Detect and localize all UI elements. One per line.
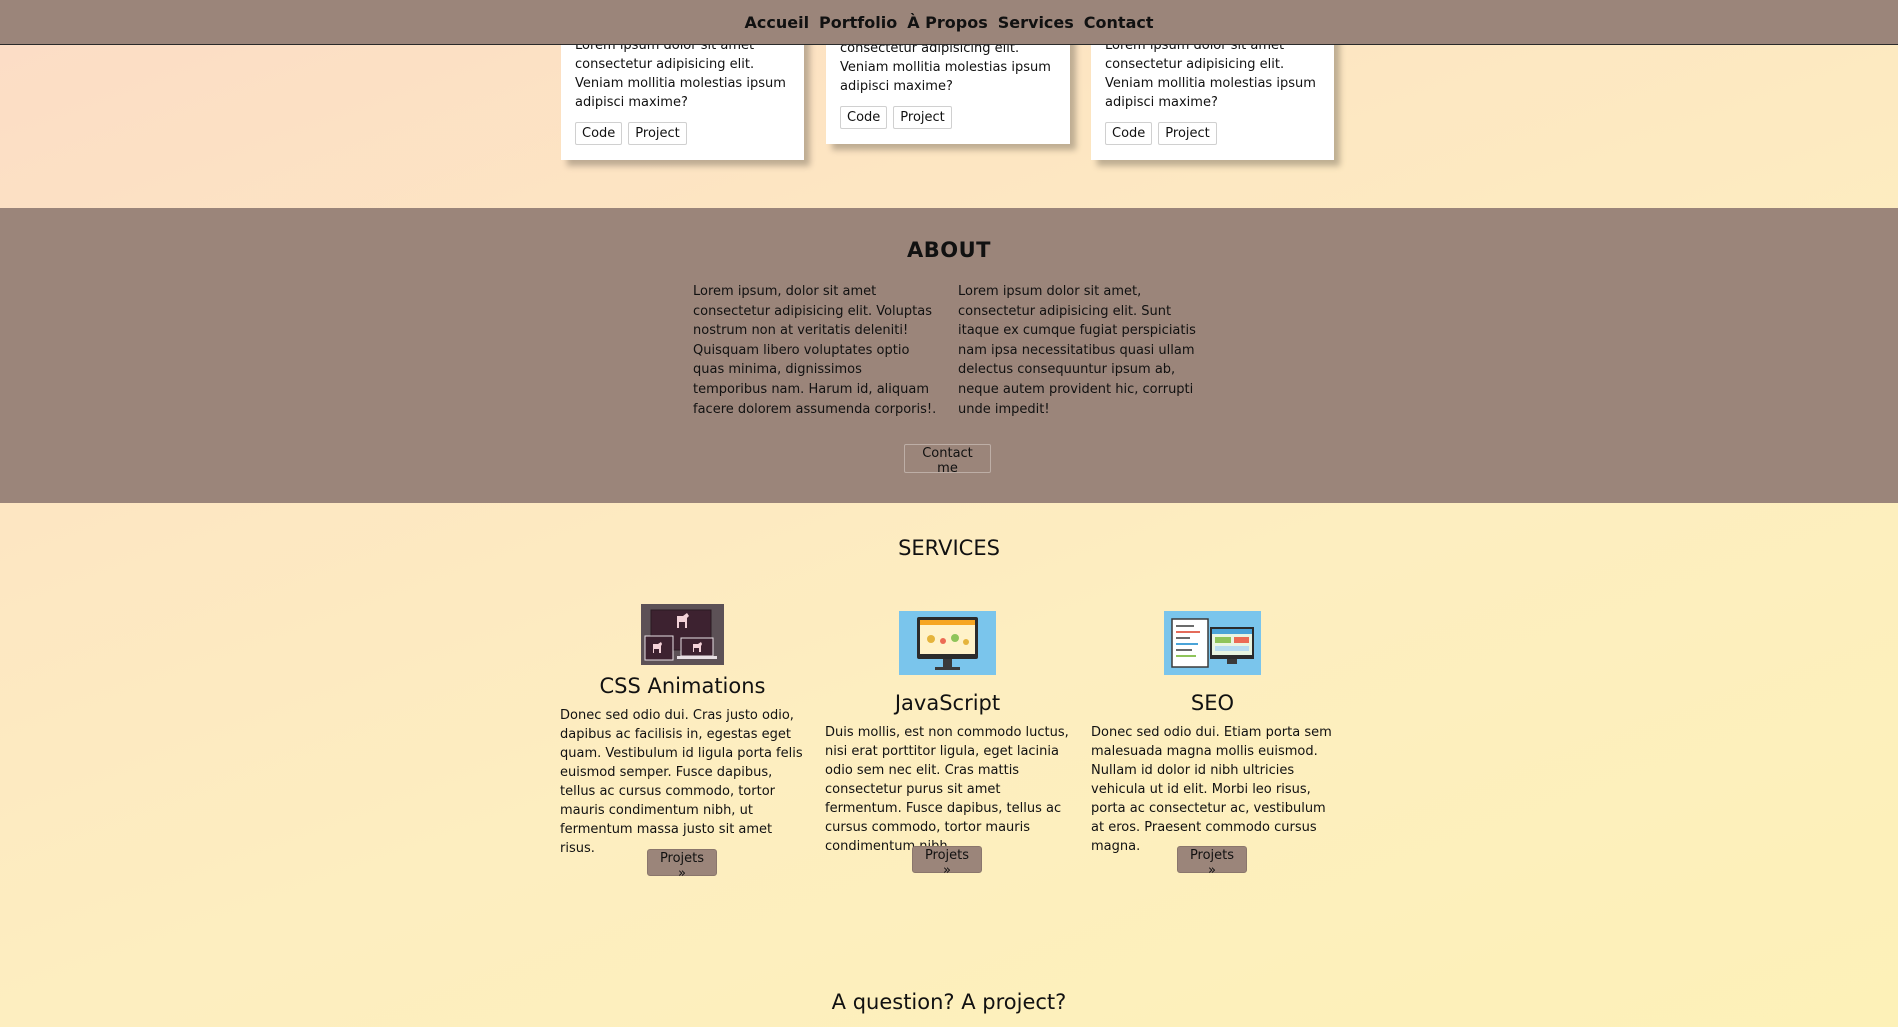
services-title: SERVICES [898, 536, 1000, 560]
about-section: ABOUT Lorem ipsum, dolor sit amet consec… [0, 208, 1898, 503]
service-text-seo: Donec sed odio dui. Etiam porta sem male… [1091, 725, 1332, 854]
animation-devices-icon [641, 604, 724, 665]
code-screens-icon [1164, 611, 1261, 675]
code-button[interactable]: Code [1105, 122, 1153, 145]
contact-me-button[interactable]: Contact me [904, 444, 991, 476]
top-navbar: Accueil Portfolio À Propos Services Cont… [0, 0, 1898, 45]
service-title-css-animations: CSS Animations [599, 674, 766, 698]
about-text-right: Lorem ipsum dolor sit amet, consectetur … [958, 284, 1196, 417]
service-title-javascript: JavaScript [894, 691, 1001, 715]
nav-item-contact[interactable]: Contact [1084, 13, 1154, 32]
projets-button-seo[interactable]: Projets » [1177, 846, 1247, 878]
service-text-css-animations: Donec sed odio dui. Cras justo odio, dap… [560, 708, 803, 856]
about-title: ABOUT [907, 238, 991, 262]
service-text-javascript: Duis mollis, est non commodo luctus, nis… [825, 725, 1069, 854]
project-button[interactable]: Project [628, 122, 687, 145]
contact-section-title: A question? A project? [831, 990, 1067, 1014]
monitor-dashboard-icon [899, 611, 996, 675]
service-title-seo: SEO [1190, 691, 1235, 715]
code-button[interactable]: Code [575, 122, 623, 145]
code-button[interactable]: Code [840, 106, 888, 129]
nav-item-portfolio[interactable]: Portfolio [819, 13, 897, 32]
projets-button-javascript[interactable]: Projets » [912, 846, 982, 878]
projets-button-css-animations[interactable]: Projets » [647, 849, 717, 881]
nav-item-services[interactable]: Services [998, 13, 1074, 32]
project-button[interactable]: Project [1158, 122, 1217, 145]
about-text-left: Lorem ipsum, dolor sit amet consectetur … [693, 284, 937, 417]
project-button[interactable]: Project [893, 106, 952, 129]
nav-item-a-propos[interactable]: À Propos [907, 13, 988, 32]
nav-item-accueil[interactable]: Accueil [744, 13, 809, 32]
